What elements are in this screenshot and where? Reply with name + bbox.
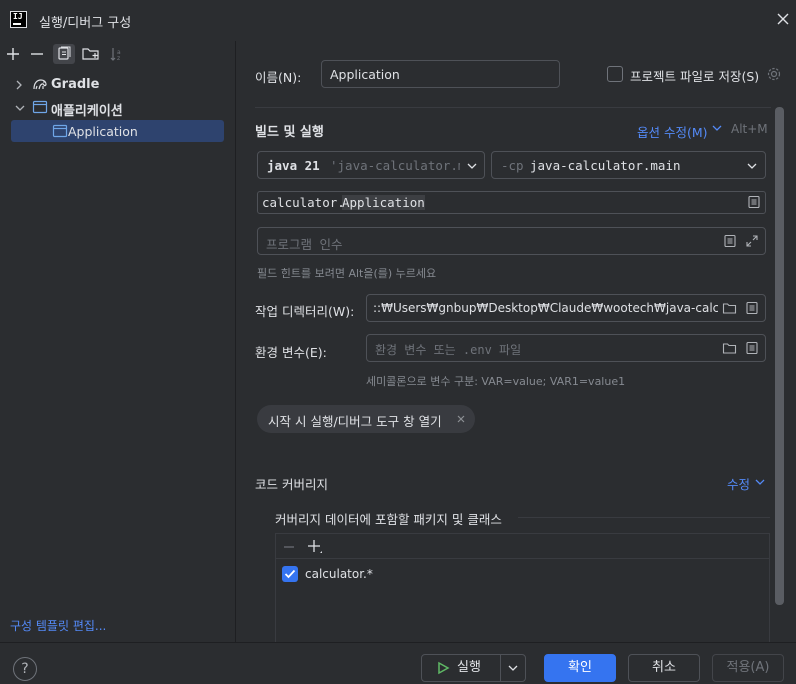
field-hint: 필드 힌트를 보려면 Alt을(를) 누르세요	[257, 267, 437, 280]
chip-label: 시작 시 실행/디버그 도구 창 열기	[268, 414, 442, 429]
tree-label-application-group: 애플리케이션	[51, 104, 123, 119]
help-button[interactable]: ?	[13, 657, 37, 681]
chevron-down-icon[interactable]	[746, 160, 758, 172]
coverage-item-label: calculator.*	[305, 567, 373, 581]
intellij-logo-icon: IJ	[10, 11, 27, 28]
jdk-select[interactable]: java 21 'java-calculator.ma	[257, 151, 485, 179]
folder-icon[interactable]	[722, 301, 737, 315]
expand-list-icon[interactable]	[723, 234, 737, 248]
gradle-icon	[32, 76, 48, 92]
browse-list-icon[interactable]	[747, 195, 761, 209]
main-class-package: calculator.	[262, 195, 345, 210]
tree-label-application: Application	[68, 124, 138, 139]
add-pattern-icon[interactable]	[306, 538, 324, 556]
cancel-button[interactable]: 취소	[628, 654, 700, 682]
edit-env-list-icon[interactable]	[745, 341, 759, 355]
env-hint: 세미콜론으로 변수 구분: VAR=value; VAR1=value1	[366, 375, 626, 388]
close-icon[interactable]	[774, 10, 792, 28]
macro-list-icon[interactable]	[745, 301, 759, 315]
window-title: 실행/디버그 구성	[39, 16, 132, 31]
new-folder-icon[interactable]	[81, 45, 101, 63]
play-icon	[436, 661, 450, 675]
cp-prefix: -cp	[501, 158, 524, 173]
chevron-down-icon[interactable]	[507, 662, 519, 674]
name-field[interactable]: Application	[321, 60, 560, 88]
chevron-down-icon[interactable]	[466, 160, 478, 172]
name-field-value: Application	[330, 67, 400, 82]
store-project-label: 프로젝트 파일로 저장(S)	[630, 69, 760, 84]
svg-text:z: z	[117, 55, 120, 62]
remove-icon[interactable]	[27, 45, 47, 63]
env-vars-field[interactable]: 환경 변수 또는 .env 파일	[366, 334, 766, 362]
ok-button[interactable]: 확인	[544, 654, 616, 682]
coverage-modify-link[interactable]: 수정	[727, 474, 750, 493]
jdk-version: java 21	[267, 158, 320, 173]
tree-item-application-group[interactable]: 애플리케이션	[14, 99, 224, 119]
chevron-down-icon[interactable]	[14, 102, 26, 114]
coverage-group-title: 커버리지 데이터에 포함할 패키지 및 클래스	[275, 512, 502, 527]
application-group-icon	[32, 100, 48, 114]
add-icon[interactable]	[3, 45, 23, 63]
apply-button[interactable]: 적용(A)	[712, 654, 784, 682]
main-class-name: Application	[342, 195, 425, 210]
settings-gear-icon[interactable]	[766, 66, 782, 82]
form-scrollbar[interactable]	[775, 107, 784, 605]
program-arguments-placeholder: 프로그램 인수	[266, 237, 343, 252]
main-class-field[interactable]: calculator. Application	[257, 191, 766, 214]
tree-item-application[interactable]: Application	[11, 120, 224, 142]
coverage-item-checkbox[interactable]	[282, 566, 298, 582]
workdir-value: ::₩Users₩gnbup₩Desktop₩Claude₩wootech₩ja…	[373, 301, 718, 315]
open-tool-window-chip[interactable]: 시작 시 실행/디버그 도구 창 열기	[257, 405, 475, 433]
modify-options-link[interactable]: 옵션 수정(M)	[637, 122, 708, 141]
store-project-checkbox[interactable]	[607, 66, 623, 82]
remove-pattern-icon[interactable]	[282, 540, 296, 554]
divider	[255, 107, 771, 108]
jdk-path: 'java-calculator.ma	[330, 158, 460, 173]
run-button[interactable]: 실행	[422, 655, 501, 681]
copy-icon[interactable]	[53, 44, 75, 64]
tree-item-gradle[interactable]: Gradle	[14, 76, 224, 94]
classpath-module-select[interactable]: -cp java-calculator.main	[491, 151, 766, 179]
build-run-title: 빌드 및 실행	[255, 125, 324, 140]
workdir-label: 작업 디렉터리(W):	[255, 304, 355, 319]
env-vars-placeholder: 환경 변수 또는 .env 파일	[375, 343, 522, 357]
divider	[518, 517, 770, 518]
workdir-field[interactable]: ::₩Users₩gnbup₩Desktop₩Claude₩wootech₩ja…	[366, 294, 766, 322]
chevron-down-icon[interactable]	[754, 476, 766, 488]
edit-templates-link[interactable]: 구성 템플릿 편집...	[10, 617, 106, 634]
expand-icon[interactable]	[745, 234, 759, 248]
folder-icon[interactable]	[722, 341, 737, 355]
coverage-toolbar	[276, 534, 769, 559]
run-button-group: 실행	[421, 654, 526, 682]
modify-options-shortcut: Alt+M	[731, 122, 768, 136]
remove-chip-icon[interactable]	[455, 413, 467, 425]
program-arguments-field[interactable]: 프로그램 인수	[257, 227, 766, 255]
sort-icon[interactable]: az	[107, 45, 127, 63]
chevron-right-icon[interactable]	[14, 79, 24, 91]
run-button-label: 실행	[457, 660, 481, 675]
coverage-title: 코드 커버리지	[255, 477, 328, 492]
env-label: 환경 변수(E):	[255, 345, 327, 360]
chevron-down-icon[interactable]	[711, 122, 723, 134]
application-config-icon	[52, 124, 68, 138]
tree-label-gradle: Gradle	[51, 77, 100, 92]
coverage-table: calculator.*	[275, 533, 770, 645]
cp-module: java-calculator.main	[530, 158, 681, 173]
name-label: 이름(N):	[255, 70, 302, 85]
split-divider	[500, 655, 501, 681]
